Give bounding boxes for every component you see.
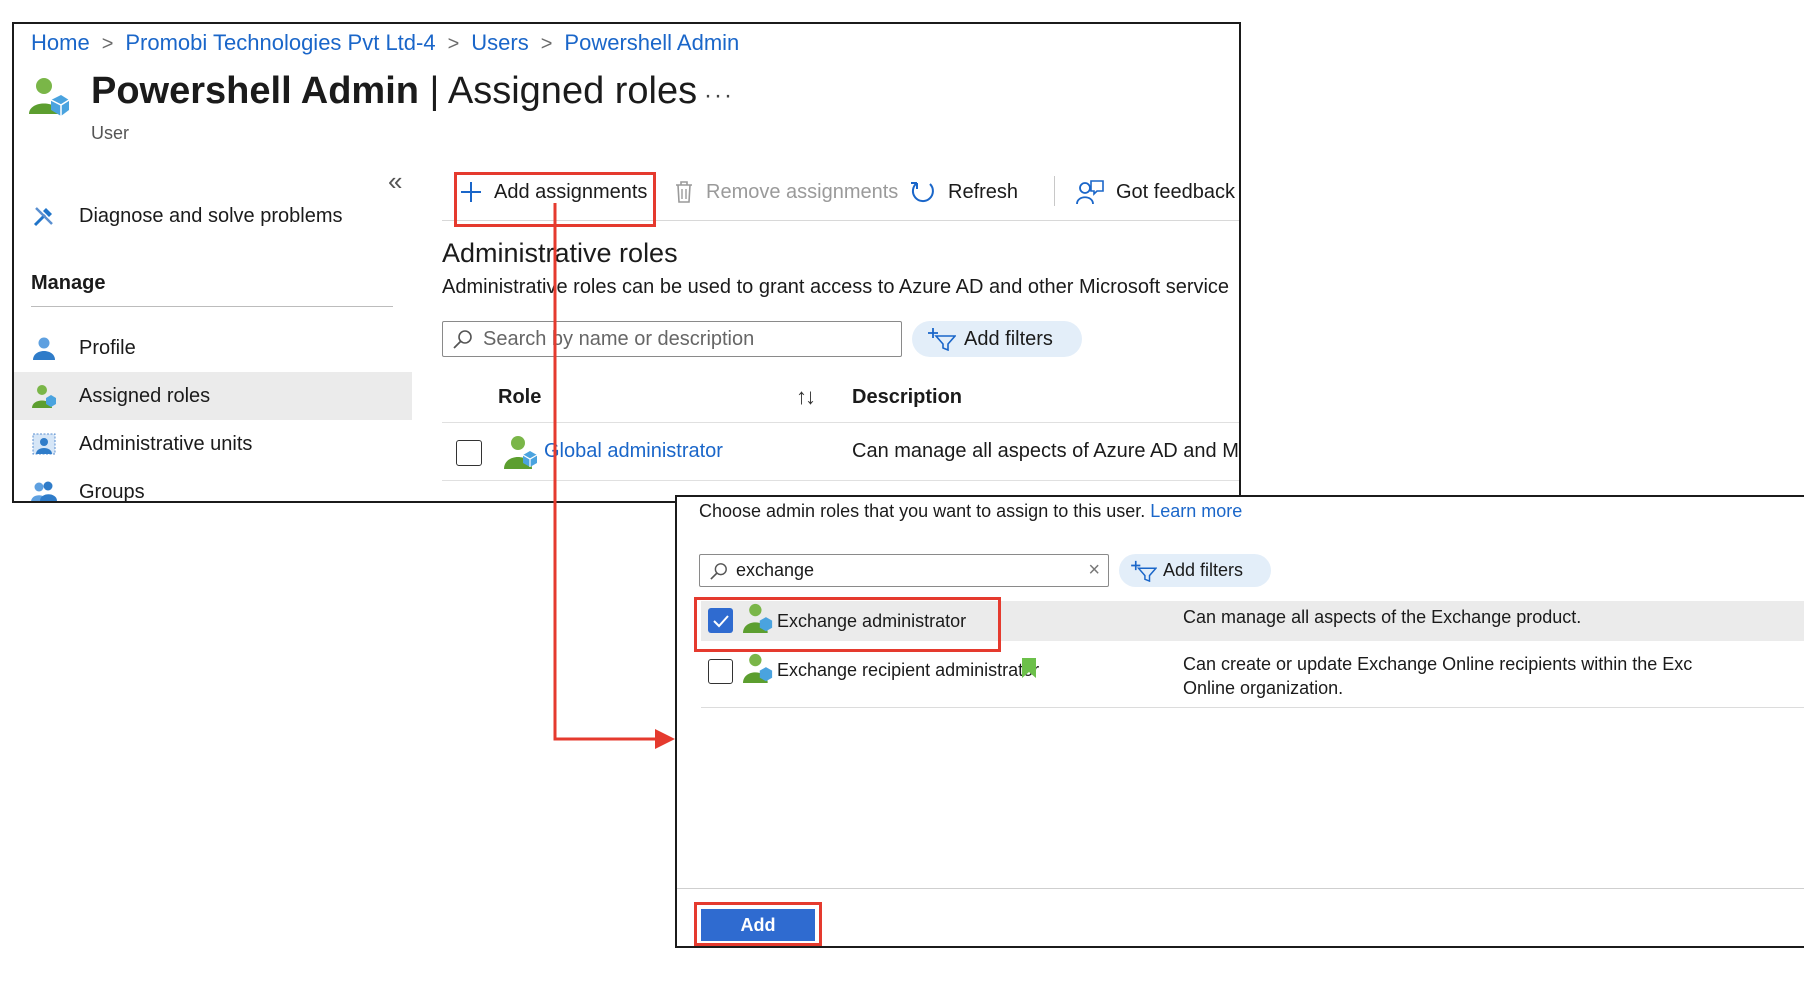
learn-more-link[interactable]: Learn more <box>1150 501 1242 521</box>
role-search-input[interactable]: exchange × <box>699 554 1109 587</box>
toolbar-separator <box>1054 176 1055 206</box>
divider <box>31 306 393 307</box>
divider <box>442 480 1239 481</box>
user-role-icon <box>743 653 773 683</box>
sidebar-item-groups[interactable]: Groups <box>14 468 412 503</box>
search-icon <box>710 562 728 580</box>
add-assignments-dialog: Choose admin roles that you want to assi… <box>675 495 1804 948</box>
role-description: Can create or update Exchange Online rec… <box>1183 654 1693 674</box>
role-description-cont: Online organization. <box>1183 678 1344 698</box>
add-filters-button[interactable]: Add filters <box>912 321 1082 357</box>
sidebar-item-label: Profile <box>79 336 136 359</box>
row-checkbox[interactable] <box>708 659 733 684</box>
role-description: Can manage all aspects of the Exchange p… <box>1183 607 1582 627</box>
sort-icon[interactable]: ↑↓ <box>796 384 816 410</box>
sidebar-item-label: Diagnose and solve problems <box>79 204 343 227</box>
chevron-right-icon: > <box>447 33 460 55</box>
highlight-box <box>694 597 1001 652</box>
column-header-role[interactable]: Role <box>498 386 541 409</box>
user-icon <box>31 335 57 361</box>
group-icon <box>31 479 57 501</box>
role-link[interactable]: Global administrator <box>544 440 723 463</box>
search-placeholder: Search by name or description <box>483 327 755 350</box>
breadcrumb-users[interactable]: Users <box>471 30 528 55</box>
page-title: Powershell Admin | Assigned roles <box>91 70 698 112</box>
add-filters-button[interactable]: Add filters <box>1119 554 1271 587</box>
breadcrumb-user[interactable]: Powershell Admin <box>564 30 739 55</box>
search-icon <box>453 329 473 349</box>
breadcrumb: Home > Promobi Technologies Pvt Ltd-4 > User… <box>31 30 739 56</box>
sidebar-item-profile[interactable]: Profile <box>14 324 412 372</box>
feedback-button[interactable]: Got feedback <box>1076 173 1235 211</box>
search-input[interactable]: Search by name or description <box>442 321 902 357</box>
chevron-right-icon: > <box>540 33 553 55</box>
role-name: Exchange recipient administrator <box>777 660 1040 680</box>
remove-assignments-button[interactable]: Remove assignments <box>674 173 898 211</box>
column-header-description[interactable]: Description <box>852 386 962 409</box>
user-role-icon <box>504 436 538 469</box>
role-description: Can manage all aspects of Azure AD and M <box>852 440 1239 462</box>
sidebar-item-label: Administrative units <box>79 432 253 455</box>
sidebar-item-assigned-roles[interactable]: Assigned roles <box>14 372 412 420</box>
highlight-box <box>694 902 822 946</box>
tools-icon <box>31 203 57 229</box>
clear-icon[interactable]: × <box>1088 559 1100 582</box>
chevron-right-icon: > <box>101 33 114 55</box>
breadcrumb-home[interactable]: Home <box>31 30 90 55</box>
refresh-button[interactable]: Refresh <box>910 173 1018 211</box>
sidebar-item-label: Groups <box>79 480 145 503</box>
dialog-intro: Choose admin roles that you want to assi… <box>699 501 1243 521</box>
azure-portal-window: Home > Promobi Technologies Pvt Ltd-4 > User… <box>12 22 1241 503</box>
row-checkbox[interactable] <box>456 440 482 466</box>
trash-icon <box>674 180 694 204</box>
manage-heading: Manage <box>31 272 106 294</box>
sidebar-item-diagnose[interactable]: Diagnose and solve problems <box>14 192 412 240</box>
sidebar-item-label: Assigned roles <box>79 384 211 407</box>
divider <box>701 707 1804 708</box>
add-filter-icon <box>1131 560 1157 582</box>
feedback-icon <box>1076 179 1104 205</box>
more-options-icon[interactable]: ··· <box>704 82 734 110</box>
highlight-box <box>454 172 656 227</box>
user-role-icon <box>29 78 69 116</box>
breadcrumb-tenant[interactable]: Promobi Technologies Pvt Ltd-4 <box>125 30 435 55</box>
sidebar-item-administrative-units[interactable]: Administrative units <box>14 420 412 468</box>
add-filter-icon <box>928 327 956 351</box>
section-description: Administrative roles can be used to gran… <box>442 276 1230 298</box>
search-value: exchange <box>736 560 815 580</box>
page-subtitle: User <box>91 123 130 143</box>
admin-units-icon <box>31 431 57 457</box>
divider <box>442 422 1239 423</box>
refresh-icon <box>910 179 936 205</box>
user-role-icon <box>31 383 57 409</box>
bookmark-icon <box>1022 658 1036 678</box>
section-title: Administrative roles <box>442 238 678 268</box>
divider <box>677 888 1804 889</box>
